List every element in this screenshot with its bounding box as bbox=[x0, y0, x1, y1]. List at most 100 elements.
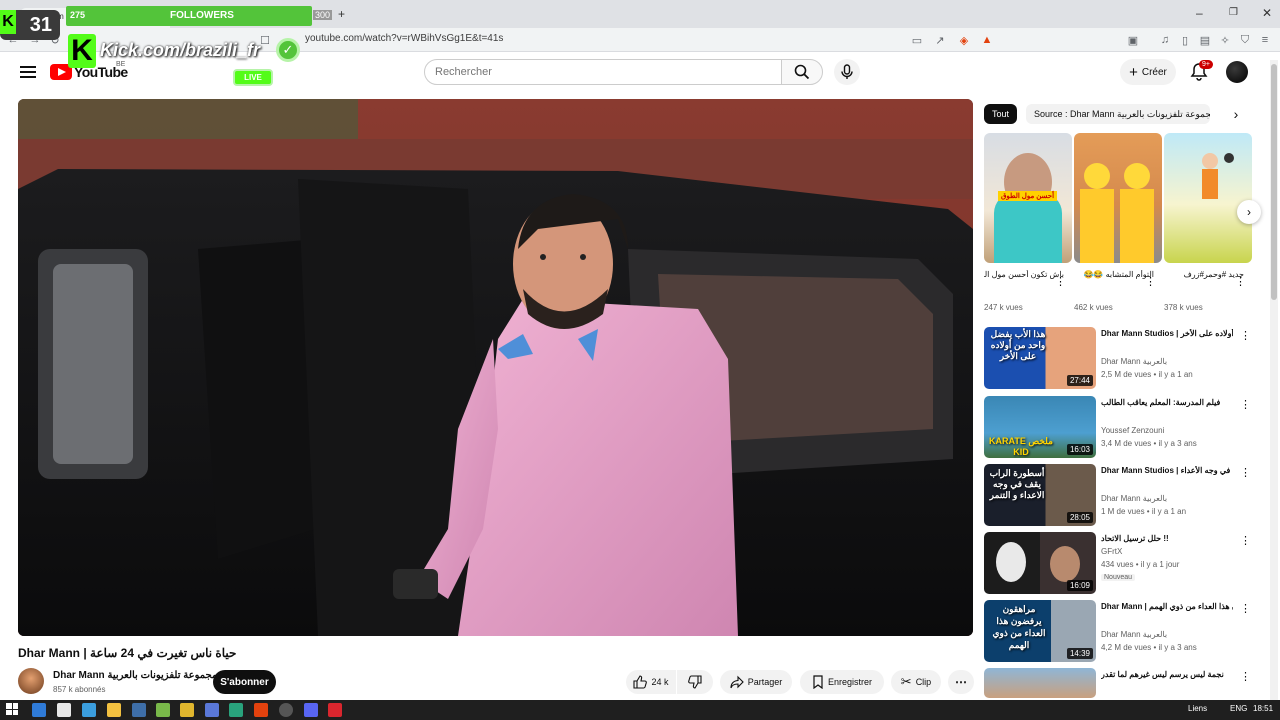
channel-avatar[interactable] bbox=[18, 668, 44, 694]
rec-3-more-icon[interactable]: ⋮ bbox=[1240, 466, 1251, 479]
rec-2-title[interactable]: فيلم المدرسة: المعلم يعاقب الطالب bbox=[1101, 398, 1233, 407]
short-1-more-icon[interactable]: ⋮ bbox=[1055, 275, 1066, 288]
reading-list-icon[interactable]: ▯ bbox=[1178, 33, 1192, 47]
bookmark-icon[interactable]: ☐ bbox=[258, 33, 272, 47]
app-taskbar-icon-5[interactable] bbox=[328, 703, 342, 717]
rec-4-new-badge: Nouveau bbox=[1101, 574, 1136, 581]
rec-4-title[interactable]: حلل ترسيل الاتحاد !! bbox=[1101, 534, 1233, 543]
rec-1-stats: 2,5 M de vues • il y a 1 an bbox=[1101, 370, 1193, 379]
more-actions-icon[interactable]: ⋯ bbox=[948, 670, 974, 694]
video-title: Dhar Mann | حياة ناس تغيرت في 24 ساعة bbox=[18, 646, 237, 660]
media-icon[interactable]: ♫ bbox=[1158, 33, 1172, 47]
discord-taskbar-icon[interactable] bbox=[304, 703, 318, 717]
rec-4-channel[interactable]: GFrtX bbox=[1101, 547, 1122, 556]
store-taskbar-icon[interactable] bbox=[57, 703, 71, 717]
rec-5-title[interactable]: Dhar Mann | مراهقون يرفضون هذا العداء من… bbox=[1101, 602, 1233, 611]
short-3-more-icon[interactable]: ⋮ bbox=[1235, 275, 1246, 288]
rec-5-more-icon[interactable]: ⋮ bbox=[1240, 602, 1251, 615]
rec-3-title[interactable]: Dhar Mann Studios | أسطورة الراب يقف في … bbox=[1101, 466, 1233, 475]
browser-menu-icon[interactable]: ≡ bbox=[1258, 33, 1272, 47]
maximize-icon[interactable]: ❐ bbox=[1229, 7, 1238, 18]
rec-thumb-3[interactable]: أسطورة الراب يقف في وجه الاعداء و التنمر… bbox=[984, 464, 1096, 526]
short-2-title[interactable]: التوأم المتشابه 😂😂 bbox=[1074, 270, 1154, 279]
video-player[interactable] bbox=[18, 99, 973, 636]
chip-source[interactable]: Source : Dhar Mann مجموعة تلفزيونات بالع… bbox=[1026, 104, 1210, 124]
cast-icon[interactable]: ▭ bbox=[910, 33, 924, 47]
rec-4-more-icon[interactable]: ⋮ bbox=[1240, 534, 1251, 547]
rec-thumb-1[interactable]: هذا الأب يفضل واحد من أولاده على الأخر 2… bbox=[984, 327, 1096, 389]
rec-3-thumb-text: أسطورة الراب يقف في وجه الاعداء و التنمر bbox=[989, 468, 1045, 500]
rec-5-thumb-text: مراهقون يرفضون هذا العداء من ذوي الهمم bbox=[992, 604, 1046, 650]
channel-name[interactable]: Dhar Mann مجموعة تلفزيونات بالعربية bbox=[53, 670, 217, 681]
rec-2-channel[interactable]: Youssef Zenzouni bbox=[1101, 426, 1164, 435]
taskbar-clock[interactable]: 18:51 bbox=[1253, 704, 1273, 713]
rec-3-duration: 28:05 bbox=[1066, 512, 1093, 523]
account-avatar[interactable] bbox=[1226, 61, 1248, 83]
rec-6-title[interactable]: نجمة ليس يرسم ليس غيرهم لما تقدر bbox=[1101, 670, 1233, 679]
short-3-title[interactable]: جديد #وحمر#زرف bbox=[1164, 270, 1244, 279]
taskbar-language[interactable]: ENG bbox=[1230, 704, 1247, 713]
voice-search-button[interactable] bbox=[834, 59, 860, 85]
steam-taskbar-icon[interactable] bbox=[132, 703, 146, 717]
minimize-icon[interactable]: – bbox=[1196, 6, 1203, 20]
search-button[interactable] bbox=[781, 59, 823, 85]
rec-1-title[interactable]: Dhar Mann Studios | هذا الأب يفضل واحد م… bbox=[1101, 329, 1233, 338]
taskbar-links-label[interactable]: Liens bbox=[1188, 704, 1207, 713]
rec-thumb-6[interactable] bbox=[984, 668, 1096, 698]
short-1-title[interactable]: باش تكون أحسن مول الطوق bbox=[984, 270, 1064, 279]
search-input[interactable]: Rechercher bbox=[424, 59, 782, 85]
app-taskbar-icon-4[interactable] bbox=[229, 703, 243, 717]
rec-2-more-icon[interactable]: ⋮ bbox=[1240, 398, 1251, 411]
short-2-more-icon[interactable]: ⋮ bbox=[1145, 275, 1156, 288]
vpn-icon[interactable]: ⛉ bbox=[1238, 33, 1252, 47]
app-taskbar-icon-1[interactable] bbox=[156, 703, 170, 717]
short-thumb-3[interactable] bbox=[1164, 133, 1252, 263]
brave-shield-icon[interactable]: ◈ bbox=[957, 33, 971, 47]
share-page-icon[interactable]: ↗ bbox=[933, 33, 947, 47]
app-taskbar-icon-3[interactable] bbox=[205, 703, 219, 717]
app-taskbar-icon-2[interactable] bbox=[180, 703, 194, 717]
rec-thumb-2[interactable]: ملخص KARATE KID 16:03 bbox=[984, 396, 1096, 458]
edge-taskbar-icon[interactable] bbox=[32, 703, 46, 717]
share-label: Partager bbox=[747, 677, 783, 687]
obs-taskbar-icon[interactable] bbox=[279, 703, 293, 717]
create-button[interactable]: + Créer bbox=[1120, 59, 1176, 85]
followers-count: 275 bbox=[70, 10, 86, 20]
mail-taskbar-icon[interactable] bbox=[82, 703, 96, 717]
short-thumb-2[interactable] bbox=[1074, 133, 1162, 263]
rec-thumb-5[interactable]: مراهقون يرفضون هذا العداء من ذوي الهمم 1… bbox=[984, 600, 1096, 662]
rec-5-channel[interactable]: Dhar Mann بالعربية bbox=[1101, 630, 1167, 639]
share-button[interactable]: Partager bbox=[720, 670, 792, 694]
plus-icon: + bbox=[1129, 63, 1138, 81]
rec-6-more-icon[interactable]: ⋮ bbox=[1240, 670, 1251, 683]
url-text: youtube.com/watch?v=rWBihVsGg1E&t=41s bbox=[305, 33, 504, 44]
chip-all[interactable]: Tout bbox=[984, 104, 1018, 124]
sidebar-toggle-icon[interactable]: ▣ bbox=[1126, 33, 1140, 47]
save-button[interactable]: Enregistrer bbox=[800, 670, 884, 694]
short-thumb-1[interactable]: أحسن مول الطوق bbox=[984, 133, 1072, 263]
new-tab-icon[interactable]: + bbox=[338, 7, 345, 21]
short-1-views: 247 k vues bbox=[984, 303, 1023, 312]
subscribe-button[interactable]: S'abonner bbox=[213, 670, 276, 694]
followers-goal: 300 bbox=[313, 10, 333, 20]
wallet-icon[interactable]: ▤ bbox=[1198, 33, 1212, 47]
clip-button[interactable]: ✂ Clip bbox=[891, 670, 941, 694]
like-button[interactable]: 24 k bbox=[626, 670, 676, 694]
dislike-button[interactable] bbox=[677, 670, 713, 694]
brave-taskbar-icon[interactable] bbox=[254, 703, 268, 717]
close-window-icon[interactable]: ✕ bbox=[1262, 6, 1272, 20]
shorts-next-icon[interactable]: › bbox=[1237, 200, 1261, 224]
chips-next-icon[interactable]: › bbox=[1227, 105, 1245, 123]
brave-rewards-icon[interactable]: ▲ bbox=[980, 33, 994, 47]
verified-check-icon: ✓ bbox=[276, 38, 300, 62]
start-menu-icon[interactable] bbox=[6, 703, 18, 715]
guide-menu-icon[interactable] bbox=[18, 63, 38, 81]
rec-thumb-4[interactable]: 16:09 bbox=[984, 532, 1096, 594]
extensions-icon[interactable]: ✧ bbox=[1218, 33, 1232, 47]
scrollbar-thumb[interactable] bbox=[1271, 64, 1277, 300]
rec-1-more-icon[interactable]: ⋮ bbox=[1240, 329, 1251, 342]
rec-3-stats: 1 M de vues • il y a 1 an bbox=[1101, 507, 1187, 516]
rec-1-channel[interactable]: Dhar Mann بالعربية bbox=[1101, 357, 1167, 366]
rec-3-channel[interactable]: Dhar Mann بالعربية bbox=[1101, 494, 1167, 503]
explorer-taskbar-icon[interactable] bbox=[107, 703, 121, 717]
